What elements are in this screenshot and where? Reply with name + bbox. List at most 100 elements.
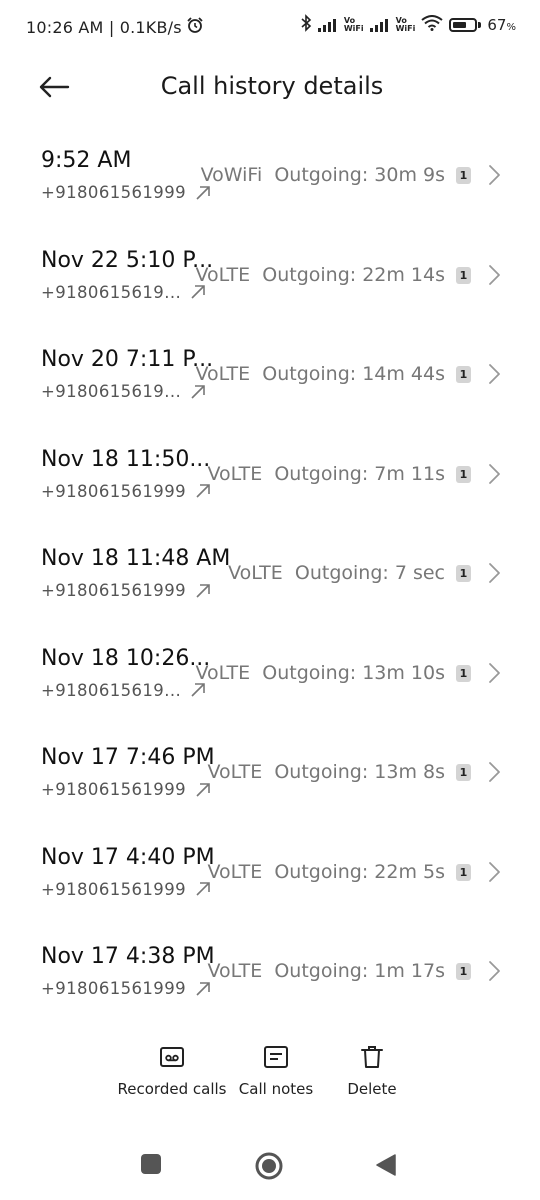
call-number: +918061561999	[41, 880, 212, 899]
chevron-right-icon[interactable]	[486, 164, 502, 186]
sim-badge: 1	[456, 764, 471, 781]
call-row[interactable]: Nov 17 7:46 PM +918061561999 VoLTE Outgoin…	[0, 725, 540, 825]
battery-icon	[449, 18, 482, 32]
outgoing-arrow-icon	[196, 782, 210, 797]
call-notes-label: Call notes	[238, 1080, 314, 1098]
battery-percent: 67%	[487, 16, 516, 34]
outgoing-arrow-icon	[196, 981, 210, 996]
call-notes-button[interactable]: Call notes	[236, 1044, 316, 1098]
back-nav-button[interactable]	[375, 1153, 397, 1181]
call-number-text: +9180615619...	[41, 680, 182, 700]
call-time: Nov 18 11:50...	[41, 446, 211, 472]
call-time: Nov 17 4:40 PM	[41, 844, 215, 870]
home-button[interactable]	[255, 1152, 283, 1184]
delete-button[interactable]: Delete	[336, 1044, 408, 1098]
delete-label: Delete	[347, 1080, 397, 1098]
status-time-speed: 10:26 AM | 0.1KB/s	[26, 17, 182, 37]
call-number-text: +9180615619...	[41, 282, 182, 302]
status-right: Vo WiFi Vo WiFi 67%	[300, 14, 516, 36]
call-number: +918061561999	[41, 183, 212, 202]
sim-badge: 1	[456, 963, 471, 980]
sim-badge: 1	[456, 266, 471, 284]
call-status: VoLTE Outgoing: 1m 17s	[207, 960, 445, 982]
chevron-right-icon[interactable]	[486, 562, 502, 584]
call-status: VoLTE Outgoing: 22m 14s	[195, 263, 445, 286]
chevron-right-icon[interactable]	[486, 264, 502, 286]
system-nav-bar	[0, 1140, 540, 1196]
call-row[interactable]: Nov 18 11:50... +918061561999 VoLTE Outgoi…	[0, 427, 540, 527]
call-number: +9180615619...	[41, 681, 207, 700]
square-icon	[141, 1154, 161, 1174]
outgoing-arrow-icon	[196, 185, 210, 200]
call-history-list: 9:52 AM +918061561999 VoWiFi Outgoing: 30m…	[0, 128, 540, 1024]
chevron-right-icon[interactable]	[486, 662, 502, 684]
outgoing-arrow-icon	[191, 683, 205, 697]
call-status: VoWiFi Outgoing: 30m 9s	[200, 164, 445, 186]
recorded-calls-label: Recorded calls	[117, 1080, 227, 1098]
call-time: Nov 22 5:10 P...	[41, 247, 214, 273]
recents-button[interactable]	[140, 1153, 162, 1179]
header: Call history details	[0, 52, 540, 124]
call-time: Nov 18 10:26...	[41, 645, 211, 671]
call-number: +9180615619...	[41, 283, 207, 302]
call-number: +9180615619...	[41, 382, 207, 401]
call-number: +918061561999	[41, 780, 212, 799]
call-row[interactable]: 9:52 AM +918061561999 VoWiFi Outgoing: 30m…	[0, 128, 540, 228]
call-number: +918061561999	[41, 482, 212, 501]
chevron-right-icon[interactable]	[486, 463, 502, 485]
sim-badge: 1	[456, 465, 471, 483]
call-number-text: +918061561999	[41, 879, 186, 899]
signal-2-icon	[369, 18, 392, 32]
call-number-text: +918061561999	[41, 780, 186, 799]
call-number-text: +918061561999	[41, 979, 186, 998]
sim-badge: 1	[456, 167, 471, 184]
call-number: +918061561999	[41, 979, 212, 998]
call-number: +918061561999	[41, 581, 212, 600]
call-time: Nov 20 7:11 P...	[41, 347, 214, 372]
wifi-icon	[421, 15, 444, 35]
call-status: VoLTE Outgoing: 7m 11s	[207, 462, 445, 485]
call-status: VoLTE Outgoing: 22m 5s	[207, 860, 445, 883]
call-time: 9:52 AM	[41, 148, 132, 173]
call-row[interactable]: Nov 20 7:11 P... +9180615619... VoLTE Outg…	[0, 327, 540, 427]
chevron-right-icon[interactable]	[486, 761, 502, 783]
call-time: Nov 18 11:48 AM	[41, 546, 231, 571]
outgoing-arrow-icon	[191, 285, 205, 299]
sim-badge: 1	[456, 565, 471, 582]
call-row[interactable]: Nov 18 11:48 AM +918061561999 VoLTE Outgoi…	[0, 526, 540, 626]
chevron-right-icon[interactable]	[486, 363, 502, 385]
vowifi-indicator-1: Vo WiFi	[343, 16, 364, 33]
call-row[interactable]: Nov 17 4:40 PM +918061561999 VoLTE Outgoin…	[0, 825, 540, 925]
call-number-text: +9180615619...	[41, 382, 182, 401]
bottom-actions: Recorded calls Call notes Delete	[0, 1044, 540, 1114]
status-bar: 10:26 AM | 0.1KB/s Vo WiFi Vo WiFi 67%	[0, 0, 540, 52]
call-status: VoLTE Outgoing: 14m 44s	[195, 363, 445, 385]
call-number-text: +918061561999	[41, 183, 186, 202]
triangle-back-icon	[376, 1154, 396, 1176]
signal-1-icon	[317, 18, 340, 32]
call-notes-icon	[264, 1046, 288, 1068]
home-circle-icon	[255, 1152, 283, 1180]
call-row[interactable]: Nov 18 10:26... +9180615619... VoLTE Outgo…	[0, 626, 540, 726]
vowifi-indicator-2: Vo WiFi	[395, 16, 416, 33]
call-row[interactable]: Nov 17 4:38 PM +918061561999 VoLTE Outgoin…	[0, 924, 540, 1024]
call-row[interactable]: Nov 22 5:10 P... +9180615619... VoLTE Outg…	[0, 228, 540, 328]
call-number-text: +918061561999	[41, 581, 186, 600]
page-title: Call history details	[160, 72, 384, 100]
recorded-calls-button[interactable]: Recorded calls	[118, 1044, 226, 1098]
trash-icon	[361, 1046, 383, 1068]
outgoing-arrow-icon	[196, 882, 210, 896]
call-status: VoLTE Outgoing: 7 sec	[228, 562, 445, 584]
recorded-calls-icon	[160, 1047, 184, 1067]
outgoing-arrow-icon	[191, 384, 205, 399]
alarm-clock-icon	[186, 16, 204, 38]
sim-badge: 1	[456, 366, 471, 383]
chevron-right-icon[interactable]	[486, 861, 502, 883]
status-left: 10:26 AM | 0.1KB/s	[26, 16, 204, 38]
outgoing-arrow-icon	[196, 583, 210, 598]
sim-badge: 1	[456, 664, 471, 682]
chevron-right-icon[interactable]	[486, 960, 502, 982]
outgoing-arrow-icon	[196, 484, 210, 498]
sim-badge: 1	[456, 863, 471, 881]
call-status: VoLTE Outgoing: 13m 10s	[195, 661, 445, 684]
